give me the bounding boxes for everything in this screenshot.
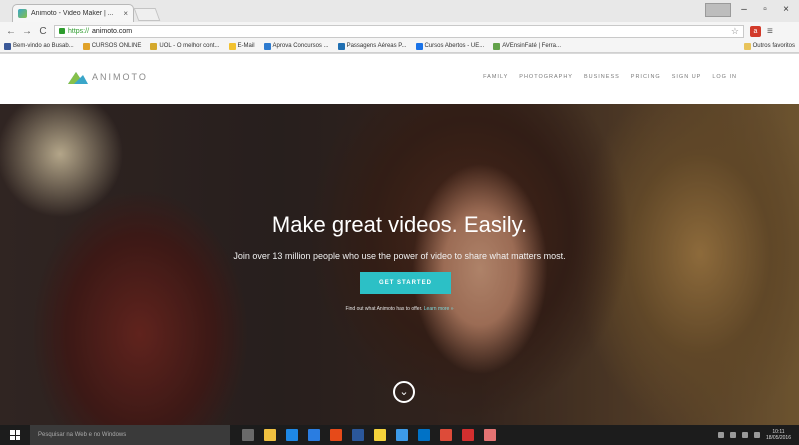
- outlook-icon[interactable]: [418, 429, 430, 441]
- back-button[interactable]: ←: [6, 26, 16, 37]
- windows-logo-icon: [10, 430, 20, 440]
- word-icon[interactable]: [352, 429, 364, 441]
- address-bar[interactable]: https:// animoto.com ☆: [54, 24, 744, 38]
- new-tab-button[interactable]: [133, 8, 161, 21]
- bookmark-favicon-icon: [82, 42, 90, 50]
- bookmark-item[interactable]: Aprova Concursos ...: [263, 42, 329, 50]
- bookmark-favicon-icon: [493, 42, 501, 50]
- nav-photography[interactable]: PHOTOGRAPHY: [519, 74, 573, 80]
- ie-icon[interactable]: [396, 429, 408, 441]
- acrobat-icon[interactable]: [462, 429, 474, 441]
- restore-button[interactable]: ▫: [756, 4, 774, 15]
- hero-background-image: [0, 104, 799, 425]
- url-host: animoto.com: [92, 27, 133, 35]
- bookmark-label: Bem-vindo ao Busab...: [13, 43, 74, 49]
- tab-close-icon[interactable]: ×: [123, 9, 128, 18]
- taskbar-search-input[interactable]: Pesquisar na Web e no Windows: [30, 425, 230, 445]
- folder-icon: [743, 42, 751, 50]
- bookmark-item[interactable]: UOL - O melhor cont...: [150, 42, 220, 50]
- hero-headline: Make great videos. Easily.: [271, 212, 528, 237]
- bookmark-favicon-icon: [228, 42, 236, 50]
- bookmark-item[interactable]: Passagens Aéreas P...: [337, 42, 407, 50]
- bookmark-star-icon[interactable]: ☆: [731, 26, 739, 37]
- site-nav: FAMILY PHOTOGRAPHY BUSINESS PRICING SIGN…: [483, 74, 737, 80]
- notification-icon[interactable]: [753, 432, 760, 438]
- tab-title: Animoto - Video Maker | ...: [31, 10, 114, 17]
- bookmark-item[interactable]: E-Mail: [228, 42, 255, 50]
- bookmark-favicon-icon: [415, 42, 423, 50]
- forward-button[interactable]: →: [22, 26, 32, 37]
- store-icon[interactable]: [308, 429, 320, 441]
- other-bookmarks-folder[interactable]: Outros favoritos: [743, 42, 795, 50]
- nav-business[interactable]: BUSINESS: [584, 74, 620, 80]
- bookmark-label: UOL - O melhor cont...: [159, 43, 220, 49]
- animoto-logo-icon: [68, 72, 88, 84]
- bookmark-item[interactable]: CURSOS ONLINE: [82, 42, 142, 50]
- browser-tab[interactable]: Animoto - Video Maker | ... ×: [12, 4, 134, 22]
- close-window-button[interactable]: ×: [777, 4, 795, 15]
- edge-icon[interactable]: [286, 429, 298, 441]
- network-icon[interactable]: [729, 432, 736, 438]
- bookmark-favicon-icon: [150, 42, 158, 50]
- bookmarks-bar: Bem-vindo ao Busab... CURSOS ONLINE UOL - …: [0, 40, 799, 53]
- other-bookmarks-label: Outros favoritos: [752, 43, 795, 49]
- task-view-icon[interactable]: [242, 429, 254, 441]
- bookmark-label: Passagens Aéreas P...: [346, 43, 407, 49]
- taskbar-apps: [242, 429, 496, 441]
- extension-icon[interactable]: a: [750, 25, 761, 37]
- bookmark-favicon-icon: [263, 42, 271, 50]
- browser-titlebar: Animoto - Video Maker | ... × – ▫ ×: [0, 0, 799, 22]
- paint-icon[interactable]: [484, 429, 496, 441]
- bookmark-label: E-Mail: [237, 43, 255, 49]
- browser-menu-icon[interactable]: ≡: [767, 26, 773, 37]
- hero-note: Find out what Animoto has to offer. Lear…: [0, 306, 799, 312]
- bookmark-favicon-icon: [4, 42, 11, 50]
- photos-icon[interactable]: [374, 429, 386, 441]
- nav-sign-up[interactable]: SIGN UP: [672, 74, 702, 80]
- bookmark-label: AVEnsinFaté | Ferra...: [502, 43, 562, 49]
- learn-more-link[interactable]: Learn more »: [424, 306, 454, 312]
- nav-log-in[interactable]: LOG IN: [712, 74, 737, 80]
- logo-text: ANIMOTO: [92, 72, 148, 82]
- lock-icon: [59, 28, 65, 34]
- profile-button[interactable]: [705, 3, 731, 17]
- bookmark-item[interactable]: Bem-vindo ao Busab...: [4, 42, 74, 50]
- animoto-logo[interactable]: ANIMOTO: [68, 70, 148, 84]
- nav-family[interactable]: FAMILY: [483, 74, 508, 80]
- windows-taskbar: Pesquisar na Web e no Windows 10:11 18/0…: [0, 425, 799, 445]
- volume-icon[interactable]: [741, 432, 748, 438]
- bookmark-label: Aprova Concursos ...: [272, 43, 329, 49]
- clock-date: 18/05/2016: [765, 435, 791, 441]
- scroll-down-chevron-icon[interactable]: ⌄: [393, 381, 415, 403]
- office-icon[interactable]: [330, 429, 342, 441]
- hero-subline: Join over 13 million people who use the …: [233, 251, 566, 261]
- system-tray: 10:11 18/05/2016: [717, 429, 799, 441]
- animoto-favicon-icon: [18, 9, 27, 18]
- minimize-button[interactable]: –: [735, 4, 753, 15]
- taskbar-clock[interactable]: 10:11 18/05/2016: [766, 429, 791, 441]
- bookmark-label: CURSOS ONLINE: [91, 43, 142, 49]
- hero-section: Make great videos. Easily. Join over 13 …: [0, 104, 799, 425]
- bookmark-label: Cursos Abertos - UE...: [424, 43, 485, 49]
- url-scheme: https://: [68, 27, 90, 35]
- get-started-button[interactable]: GET STARTED: [360, 272, 451, 294]
- tray-arrow-icon[interactable]: [717, 432, 724, 438]
- hero-note-text: Find out what Animoto has to offer.: [345, 306, 423, 312]
- site-header: ANIMOTO FAMILY PHOTOGRAPHY BUSINESS PRIC…: [0, 54, 799, 104]
- bookmark-item[interactable]: AVEnsinFaté | Ferra...: [493, 42, 562, 50]
- nav-pricing[interactable]: PRICING: [631, 74, 661, 80]
- reload-button[interactable]: C: [38, 26, 48, 37]
- file-explorer-icon[interactable]: [264, 429, 276, 441]
- bookmark-favicon-icon: [337, 42, 345, 50]
- browser-toolbar: ← → C https:// animoto.com ☆ a ≡: [0, 22, 799, 40]
- chrome-icon[interactable]: [440, 429, 452, 441]
- bookmark-item[interactable]: Cursos Abertos - UE...: [415, 42, 485, 50]
- start-button[interactable]: [0, 425, 30, 445]
